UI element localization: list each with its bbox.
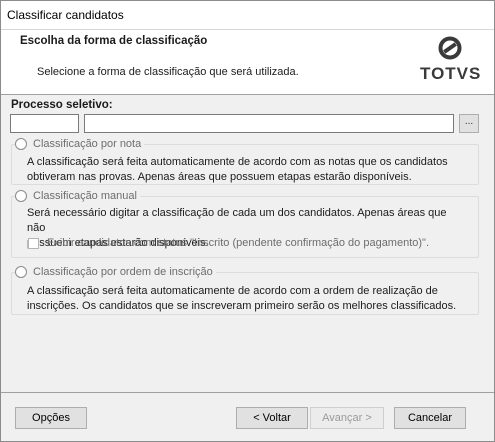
description-line: A classificação será feita automaticamen… bbox=[27, 156, 448, 168]
wizard-header: Escolha da forma de classificação Seleci… bbox=[1, 30, 494, 95]
next-button[interactable]: Avançar > bbox=[310, 407, 384, 429]
totvs-logo-icon bbox=[438, 36, 462, 60]
step-title: Escolha da forma de classificação bbox=[20, 35, 208, 47]
option-description-nota: A classificação será feita automaticamen… bbox=[27, 155, 467, 185]
description-line: Será necessário digitar a classificação … bbox=[27, 207, 447, 234]
radio-label: Classificação manual bbox=[33, 190, 137, 202]
radio-circle-icon[interactable] bbox=[15, 266, 27, 278]
radio-label: Classificação por nota bbox=[33, 138, 142, 150]
description-line: inscrições. Os candidatos que se inscrev… bbox=[27, 300, 457, 312]
option-description-ordem: A classificação será feita automaticamen… bbox=[27, 284, 467, 314]
radio-classificacao-manual[interactable]: Classificação manual bbox=[15, 189, 140, 203]
radio-label: Classificação por ordem de inscrição bbox=[33, 266, 213, 278]
step-subtitle: Selecione a forma de classificação que s… bbox=[37, 66, 299, 78]
options-button[interactable]: Opções bbox=[15, 407, 87, 429]
footer-divider bbox=[1, 392, 494, 393]
dialog-window: Classificar candidatos Escolha da forma … bbox=[0, 0, 495, 442]
checkbox-label: Exibir candidatos com status "Inscrito (… bbox=[47, 237, 430, 249]
title-bar: Classificar candidatos bbox=[1, 1, 494, 30]
radio-classificacao-nota[interactable]: Classificação por nota bbox=[15, 137, 145, 151]
window-title: Classificar candidatos bbox=[7, 8, 124, 22]
radio-classificacao-ordem[interactable]: Classificação por ordem de inscrição bbox=[15, 265, 216, 279]
processo-label: Processo seletivo: bbox=[11, 99, 113, 111]
radio-circle-icon[interactable] bbox=[15, 190, 27, 202]
checkbox-exibir-inscritos[interactable]: Exibir candidatos com status "Inscrito (… bbox=[28, 237, 429, 249]
processo-code-input[interactable] bbox=[10, 114, 79, 133]
browse-button[interactable]: ... bbox=[459, 114, 479, 133]
cancel-button[interactable]: Cancelar bbox=[394, 407, 466, 429]
radio-circle-icon[interactable] bbox=[15, 138, 27, 150]
back-button[interactable]: < Voltar bbox=[236, 407, 308, 429]
processo-name-input[interactable] bbox=[84, 114, 454, 133]
logo-text: TOTVS bbox=[420, 64, 482, 83]
totvs-logo: TOTVS bbox=[420, 36, 480, 86]
checkbox-box-icon[interactable] bbox=[28, 237, 39, 249]
description-line: A classificação será feita automaticamen… bbox=[27, 285, 438, 297]
description-line: obtiveram nas provas. Apenas áreas que p… bbox=[27, 171, 412, 183]
